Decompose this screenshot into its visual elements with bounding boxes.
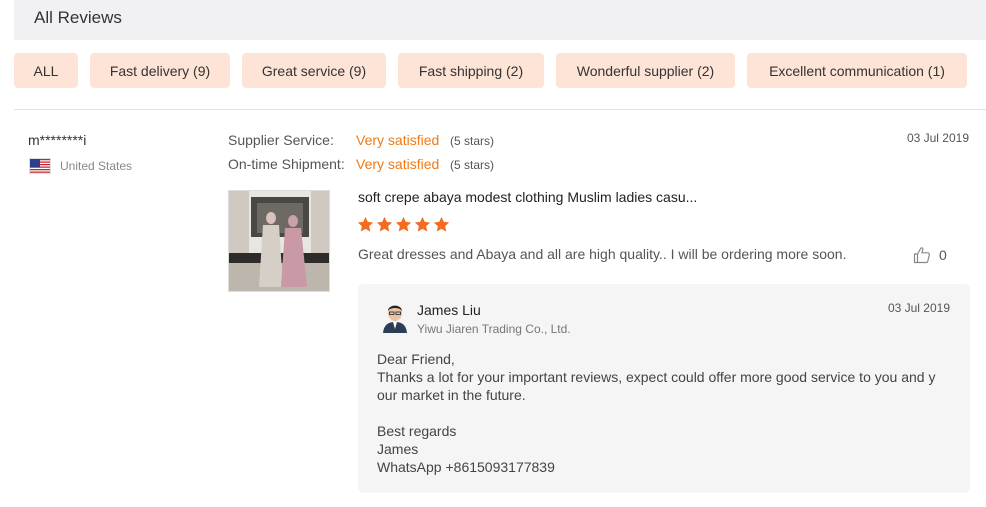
- star-icon: [357, 216, 374, 232]
- reviews-header: All Reviews: [14, 0, 986, 40]
- reviewer-country: United States: [60, 159, 133, 173]
- star-icon: [433, 216, 450, 232]
- tag-excellent-communication[interactable]: Excellent communication (1): [747, 53, 967, 88]
- like-button[interactable]: 0: [913, 246, 947, 264]
- reply-line: Dear Friend,: [377, 351, 455, 367]
- on-time-shipment-stars: (5 stars): [450, 158, 495, 172]
- product-thumbnail[interactable]: [228, 190, 330, 292]
- like-count: 0: [939, 247, 947, 263]
- tag-fast-delivery[interactable]: Fast delivery (9): [90, 53, 230, 88]
- reply-line: James: [377, 441, 419, 457]
- reply-date: 03 Jul 2019: [887, 301, 950, 315]
- reply-line: Best regards: [377, 423, 457, 439]
- reply-line: Thanks a lot for your important reviews,…: [377, 369, 936, 385]
- avatar: [380, 299, 410, 333]
- product-title[interactable]: soft crepe abaya modest clothing Muslim …: [358, 189, 697, 205]
- reply-company-name: Yiwu Jiaren Trading Co., Ltd.: [417, 322, 571, 336]
- supplier-service-value: Very satisfied: [356, 132, 440, 148]
- tag-wonderful-supplier[interactable]: Wonderful supplier (2): [556, 53, 735, 88]
- star-icon: [414, 216, 431, 232]
- divider: [14, 109, 986, 110]
- tag-fast-shipping[interactable]: Fast shipping (2): [398, 53, 544, 88]
- reply-line: our market in the future.: [377, 387, 526, 403]
- on-time-shipment-value: Very satisfied: [356, 156, 440, 172]
- reply-line: WhatsApp +8615093177839: [377, 459, 555, 475]
- tag-great-service[interactable]: Great service (9): [242, 53, 386, 88]
- reply-message: Dear Friend, Thanks a lot for your impor…: [377, 350, 952, 476]
- review-star-rating: [357, 216, 450, 233]
- thumbs-up-icon: [913, 247, 930, 264]
- review-text: Great dresses and Abaya and all are high…: [358, 246, 847, 262]
- review-date: 03 Jul 2019: [906, 131, 969, 145]
- star-icon: [376, 216, 393, 232]
- page-title: All Reviews: [34, 8, 122, 27]
- star-icon: [395, 216, 412, 232]
- us-flag-icon: [29, 158, 51, 174]
- tag-all[interactable]: ALL: [14, 53, 78, 88]
- reviewer-name: m********i: [28, 132, 87, 148]
- supplier-service-label: Supplier Service:: [228, 132, 334, 148]
- supplier-reply: James Liu Yiwu Jiaren Trading Co., Ltd. …: [358, 284, 970, 493]
- on-time-shipment-label: On-time Shipment:: [228, 156, 345, 172]
- reply-author-name: James Liu: [417, 302, 481, 318]
- supplier-service-stars: (5 stars): [450, 134, 495, 148]
